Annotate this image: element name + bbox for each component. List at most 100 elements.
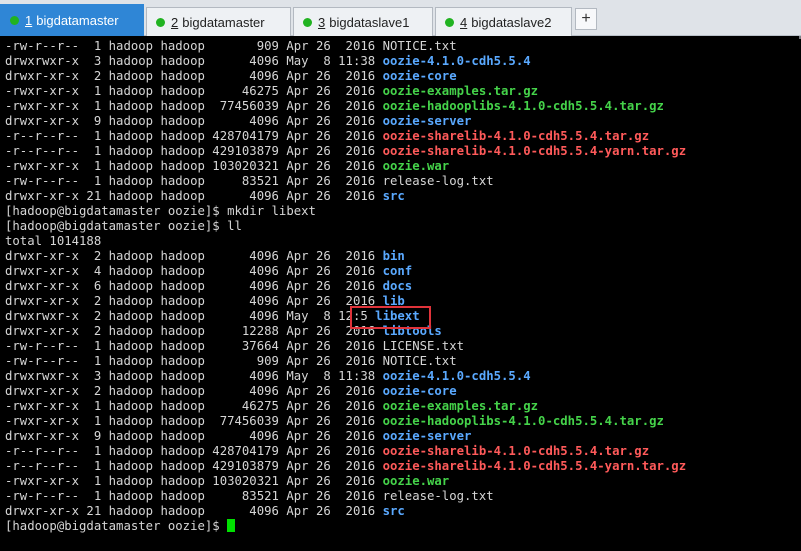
file-name: oozie-hadooplibs-4.1.0-cdh5.5.4.tar.gz — [382, 99, 664, 113]
total-line: total 1014188 — [5, 234, 102, 248]
listing-row: drwxrwxr-x 2 hadoop hadoop 4096 May 8 12… — [5, 309, 420, 324]
listing-row: -rw-r--r-- 1 hadoop hadoop 909 Apr 26 20… — [5, 39, 457, 54]
file-name: oozie.war — [382, 474, 450, 488]
file-attributes: -r--r--r-- 1 hadoop hadoop 429103879 Apr… — [5, 459, 383, 473]
tab-label: bigdatamaster — [36, 13, 119, 28]
connected-status-icon — [156, 17, 165, 27]
command-line: [hadoop@bigdatamaster oozie]$ ll — [5, 219, 242, 233]
listing-row: drwxr-xr-x 6 hadoop hadoop 4096 Apr 26 2… — [5, 279, 412, 294]
file-attributes: drwxr-xr-x 9 hadoop hadoop 4096 Apr 26 2… — [5, 429, 383, 443]
file-attributes: -rw-r--r-- 1 hadoop hadoop 909 Apr 26 20… — [5, 354, 383, 368]
connected-status-icon — [303, 17, 312, 27]
file-attributes: drwxrwxr-x 3 hadoop hadoop 4096 May 8 11… — [5, 54, 383, 68]
file-name: lib — [382, 294, 405, 308]
file-name: libtools — [382, 324, 442, 338]
listing-row: drwxr-xr-x 9 hadoop hadoop 4096 Apr 26 2… — [5, 429, 471, 444]
file-attributes: drwxrwxr-x 3 hadoop hadoop 4096 May 8 11… — [5, 369, 383, 383]
file-attributes: -rwxr-xr-x 1 hadoop hadoop 46275 Apr 26 … — [5, 84, 383, 98]
connected-status-icon — [10, 16, 19, 25]
file-attributes: -rwxr-xr-x 1 hadoop hadoop 77456039 Apr … — [5, 99, 383, 113]
file-name: conf — [382, 264, 413, 278]
tab-number: 4 — [460, 14, 468, 30]
file-name: LICENSE.txt — [382, 339, 465, 353]
listing-row: drwxrwxr-x 3 hadoop hadoop 4096 May 8 11… — [5, 54, 531, 69]
file-name: src — [382, 504, 405, 518]
file-name: release-log.txt — [382, 174, 494, 188]
listing-row: -rw-r--r-- 1 hadoop hadoop 83521 Apr 26 … — [5, 174, 494, 189]
tab-label: bigdataslave1 — [329, 14, 410, 30]
file-attributes: -r--r--r-- 1 hadoop hadoop 429103879 Apr… — [5, 144, 383, 158]
file-name: NOTICE.txt — [382, 354, 457, 368]
listing-row: drwxr-xr-x 4 hadoop hadoop 4096 Apr 26 2… — [5, 264, 412, 279]
file-attributes: -rw-r--r-- 1 hadoop hadoop 83521 Apr 26 … — [5, 489, 383, 503]
tab-number: 1 — [25, 13, 33, 28]
tab-label: bigdatamaster — [182, 14, 265, 30]
file-name: libext — [375, 309, 420, 323]
file-name: oozie-examples.tar.gz — [382, 84, 539, 98]
listing-row: -rw-r--r-- 1 hadoop hadoop 909 Apr 26 20… — [5, 354, 457, 369]
file-name: oozie-examples.tar.gz — [382, 399, 539, 413]
file-attributes: drwxr-xr-x 2 hadoop hadoop 4096 Apr 26 2… — [5, 294, 383, 308]
shell-prompt: [hadoop@bigdatamaster oozie]$ — [5, 519, 236, 534]
file-attributes: drwxr-xr-x 2 hadoop hadoop 4096 Apr 26 2… — [5, 249, 383, 263]
file-name: src — [382, 189, 405, 203]
file-attributes: -rwxr-xr-x 1 hadoop hadoop 46275 Apr 26 … — [5, 399, 383, 413]
cursor — [227, 519, 236, 532]
file-name: oozie-server — [382, 114, 472, 128]
connected-status-icon — [445, 17, 454, 27]
listing-row: drwxr-xr-x 2 hadoop hadoop 12288 Apr 26 … — [5, 324, 442, 339]
file-name: docs — [382, 279, 413, 293]
file-name: oozie-hadooplibs-4.1.0-cdh5.5.4.tar.gz — [382, 414, 664, 428]
tab-number: 3 — [318, 14, 326, 30]
listing-row: drwxr-xr-x 21 hadoop hadoop 4096 Apr 26 … — [5, 504, 405, 519]
file-attributes: drwxr-xr-x 4 hadoop hadoop 4096 Apr 26 2… — [5, 264, 383, 278]
file-attributes: -rwxr-xr-x 1 hadoop hadoop 103020321 Apr… — [5, 474, 383, 488]
listing-row: drwxr-xr-x 2 hadoop hadoop 4096 Apr 26 2… — [5, 384, 457, 399]
tab-label: bigdataslave2 — [471, 14, 552, 30]
tab-session-4[interactable]: 4 bigdataslave2 — [435, 7, 572, 36]
listing-row: drwxr-xr-x 2 hadoop hadoop 4096 Apr 26 2… — [5, 69, 457, 84]
tab-bar: 1 bigdatamaster 2 bigdatamaster 3 bigdat… — [0, 0, 801, 36]
file-name: oozie-sharelib-4.1.0-cdh5.5.4-yarn.tar.g… — [382, 459, 687, 473]
file-name: oozie.war — [382, 159, 450, 173]
file-attributes: drwxr-xr-x 9 hadoop hadoop 4096 Apr 26 2… — [5, 114, 383, 128]
listing-row: drwxr-xr-x 2 hadoop hadoop 4096 Apr 26 2… — [5, 249, 405, 264]
tab-session-2[interactable]: 2 bigdatamaster — [146, 7, 291, 36]
listing-row: -rwxr-xr-x 1 hadoop hadoop 77456039 Apr … — [5, 414, 664, 429]
file-name: oozie-4.1.0-cdh5.5.4 — [382, 54, 531, 68]
listing-row: -rw-r--r-- 1 hadoop hadoop 83521 Apr 26 … — [5, 489, 494, 504]
listing-row: -rw-r--r-- 1 hadoop hadoop 37664 Apr 26 … — [5, 339, 464, 354]
tab-session-1[interactable]: 1 bigdatamaster — [0, 4, 144, 36]
listing-row: drwxrwxr-x 3 hadoop hadoop 4096 May 8 11… — [5, 369, 531, 384]
listing-row: -rwxr-xr-x 1 hadoop hadoop 103020321 Apr… — [5, 474, 449, 489]
file-attributes: -r--r--r-- 1 hadoop hadoop 428704179 Apr… — [5, 129, 383, 143]
file-attributes: -rwxr-xr-x 1 hadoop hadoop 103020321 Apr… — [5, 159, 383, 173]
file-name: oozie-core — [382, 69, 457, 83]
tab-number: 2 — [171, 14, 179, 30]
file-attributes: drwxr-xr-x 2 hadoop hadoop 4096 Apr 26 2… — [5, 69, 383, 83]
listing-row: -r--r--r-- 1 hadoop hadoop 429103879 Apr… — [5, 144, 686, 159]
file-attributes: -rw-r--r-- 1 hadoop hadoop 83521 Apr 26 … — [5, 174, 383, 188]
file-attributes: drwxr-xr-x 21 hadoop hadoop 4096 Apr 26 … — [5, 504, 383, 518]
file-attributes: -rw-r--r-- 1 hadoop hadoop 909 Apr 26 20… — [5, 39, 383, 53]
add-tab-button[interactable]: + — [575, 8, 597, 30]
file-attributes: -r--r--r-- 1 hadoop hadoop 428704179 Apr… — [5, 444, 383, 458]
terminal-output[interactable]: -rw-r--r-- 1 hadoop hadoop 909 Apr 26 20… — [0, 39, 801, 551]
file-attributes: drwxr-xr-x 2 hadoop hadoop 4096 Apr 26 2… — [5, 384, 383, 398]
file-attributes: drwxr-xr-x 6 hadoop hadoop 4096 Apr 26 2… — [5, 279, 383, 293]
file-name: bin — [382, 249, 405, 263]
listing-row: -rwxr-xr-x 1 hadoop hadoop 46275 Apr 26 … — [5, 399, 538, 414]
file-attributes: drwxrwxr-x 2 hadoop hadoop 4096 May 8 12… — [5, 309, 376, 323]
file-name: oozie-sharelib-4.1.0-cdh5.5.4-yarn.tar.g… — [382, 144, 687, 158]
listing-row: -r--r--r-- 1 hadoop hadoop 428704179 Apr… — [5, 444, 649, 459]
tab-session-3[interactable]: 3 bigdataslave1 — [293, 7, 433, 36]
file-name: release-log.txt — [382, 489, 494, 503]
file-attributes: drwxr-xr-x 21 hadoop hadoop 4096 Apr 26 … — [5, 189, 383, 203]
listing-row: -r--r--r-- 1 hadoop hadoop 428704179 Apr… — [5, 129, 649, 144]
listing-row: -rwxr-xr-x 1 hadoop hadoop 46275 Apr 26 … — [5, 84, 538, 99]
listing-row: -rwxr-xr-x 1 hadoop hadoop 77456039 Apr … — [5, 99, 664, 114]
file-attributes: drwxr-xr-x 2 hadoop hadoop 12288 Apr 26 … — [5, 324, 383, 338]
listing-row: -r--r--r-- 1 hadoop hadoop 429103879 Apr… — [5, 459, 686, 474]
file-attributes: -rw-r--r-- 1 hadoop hadoop 37664 Apr 26 … — [5, 339, 383, 353]
file-name: oozie-core — [382, 384, 457, 398]
